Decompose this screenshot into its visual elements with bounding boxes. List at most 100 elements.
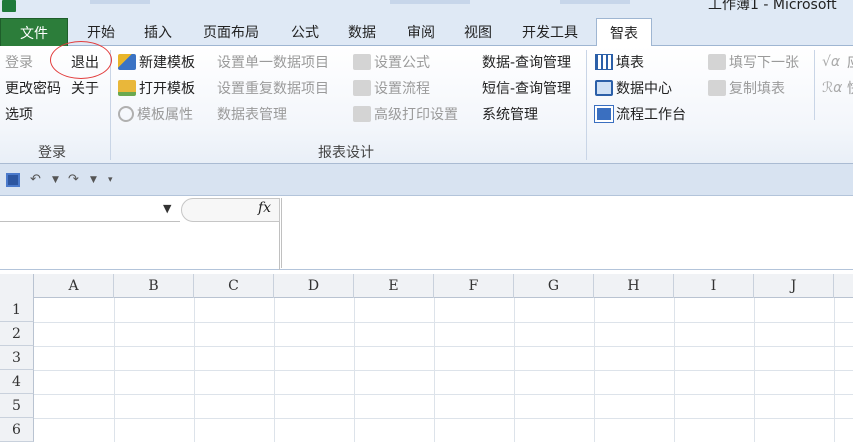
data-table-mgmt-button[interactable]: 数据表管理: [217, 104, 287, 124]
row-header[interactable]: 5: [0, 394, 34, 418]
ribbon-tab-bar: 文件 开始 插入 页面布局 公式 数据 审阅 视图 开发工具 智表: [0, 14, 853, 47]
save-icon[interactable]: [6, 173, 20, 187]
flow-set-icon: [353, 80, 371, 96]
formula-cut-label-2: 快: [847, 78, 853, 98]
formula-cut-button[interactable]: √α 应: [822, 52, 853, 72]
red-annotation-circle: [50, 41, 112, 79]
copy-fill-button[interactable]: 复制填表: [708, 78, 785, 98]
ribbon-panel: 登录 退出 更改密码 关于 选项 登录 新建模板 打开模板 模板属性 设置单一数…: [0, 46, 853, 164]
set-single-item-button[interactable]: 设置单一数据项目: [217, 52, 329, 72]
new-template-button[interactable]: 新建模板: [118, 52, 195, 72]
formula-cut-label: 应: [847, 52, 853, 72]
formula-bar: ▼ fx: [0, 196, 853, 270]
formula-input[interactable]: [281, 198, 853, 268]
row-header[interactable]: 1: [0, 298, 34, 322]
change-password-button[interactable]: 更改密码: [5, 78, 61, 98]
name-box-dropdown-icon[interactable]: ▼: [163, 202, 171, 215]
set-formula-button[interactable]: 设置公式: [353, 52, 430, 72]
next-sheet-button[interactable]: 填写下一张: [708, 52, 799, 72]
sqrt-formula-icon: √α: [822, 54, 841, 70]
set-flow-label: 设置流程: [374, 81, 430, 97]
system-mgmt-button[interactable]: 系统管理: [482, 104, 538, 124]
group-separator: [814, 50, 815, 120]
tab-page-layout[interactable]: 页面布局: [192, 18, 270, 46]
set-flow-button[interactable]: 设置流程: [353, 78, 430, 98]
grid-line: [34, 370, 853, 371]
data-center-icon: [595, 80, 613, 96]
title-ghost-shape: [560, 0, 630, 4]
column-header[interactable]: I: [674, 274, 754, 298]
data-center-label: 数据中心: [616, 81, 672, 97]
column-header[interactable]: G: [514, 274, 594, 298]
row-header[interactable]: 3: [0, 346, 34, 370]
row-header[interactable]: 2: [0, 322, 34, 346]
copy-fill-label: 复制填表: [729, 81, 785, 97]
insert-function-button[interactable]: fx: [258, 200, 271, 216]
advanced-print-label: 高级打印设置: [374, 107, 458, 123]
workflow-desk-button[interactable]: 流程工作台: [594, 104, 686, 124]
tab-file[interactable]: 文件: [0, 18, 68, 46]
undo-dropdown-icon[interactable]: ▼: [52, 175, 59, 185]
tab-formulas[interactable]: 公式: [280, 18, 330, 46]
tab-insert[interactable]: 插入: [132, 18, 184, 46]
grid-line: [34, 418, 853, 419]
column-header[interactable]: E: [354, 274, 434, 298]
tab-developer[interactable]: 开发工具: [510, 18, 590, 46]
column-header[interactable]: A: [34, 274, 114, 298]
row-header[interactable]: 6: [0, 418, 34, 442]
template-props-button[interactable]: 模板属性: [118, 104, 193, 124]
fill-form-button[interactable]: 填表: [595, 52, 644, 72]
sms-query-mgmt-button[interactable]: 短信-查询管理: [482, 78, 571, 98]
login-button[interactable]: 登录: [5, 52, 33, 72]
workflow-label: 流程工作台: [616, 107, 686, 123]
fill-table-icon: [595, 54, 613, 70]
undo-icon[interactable]: ↶: [30, 172, 41, 187]
excel-logo-icon: [2, 0, 16, 12]
set-formula-label: 设置公式: [374, 55, 430, 71]
grid-line: [34, 322, 853, 323]
data-query-mgmt-button[interactable]: 数据-查询管理: [482, 52, 571, 72]
grid-line: [354, 298, 355, 442]
customize-qat-icon[interactable]: ▾: [108, 175, 113, 185]
data-center-button[interactable]: 数据中心: [595, 78, 672, 98]
formula-cut-button-2[interactable]: ℛα 快: [822, 78, 853, 98]
open-template-button[interactable]: 打开模板: [118, 78, 195, 98]
redo-icon[interactable]: ↷: [68, 172, 79, 187]
redo-dropdown-icon[interactable]: ▼: [90, 175, 97, 185]
select-all-corner[interactable]: [0, 274, 34, 298]
grid-line: [754, 298, 755, 442]
column-header[interactable]: J: [754, 274, 834, 298]
grid-line: [514, 298, 515, 442]
worksheet-grid[interactable]: A B C D E F G H I J 1 2 3 4 5 6: [0, 274, 853, 442]
grid-line: [274, 298, 275, 442]
grid-line: [34, 346, 853, 347]
column-header-row: A B C D E F G H I J: [0, 274, 853, 298]
set-repeat-item-button[interactable]: 设置重复数据项目: [217, 78, 329, 98]
column-header[interactable]: B: [114, 274, 194, 298]
open-template-label: 打开模板: [139, 81, 195, 97]
grid-line: [594, 298, 595, 442]
title-bar: 工作簿1 - Microsoft: [0, 0, 853, 14]
tab-view[interactable]: 视图: [452, 18, 504, 46]
tab-zhibiao[interactable]: 智表: [596, 18, 652, 47]
options-button[interactable]: 选项: [5, 104, 33, 124]
login-group-label: 登录: [38, 145, 66, 161]
report-group-label: 报表设计: [318, 145, 374, 161]
title-ghost-shape: [390, 0, 470, 4]
group-separator: [586, 50, 587, 160]
about-button[interactable]: 关于: [71, 78, 99, 98]
next-sheet-label: 填写下一张: [729, 55, 799, 71]
column-header[interactable]: D: [274, 274, 354, 298]
column-header[interactable]: F: [434, 274, 514, 298]
tab-review[interactable]: 审阅: [396, 18, 446, 46]
group-separator: [110, 50, 111, 160]
column-header[interactable]: C: [194, 274, 274, 298]
row-header[interactable]: 4: [0, 370, 34, 394]
template-props-label: 模板属性: [137, 107, 193, 123]
window-title: 工作簿1 - Microsoft: [708, 0, 837, 13]
tab-data[interactable]: 数据: [336, 18, 388, 46]
title-ghost-shape: [90, 0, 150, 4]
name-box[interactable]: [0, 198, 180, 222]
column-header[interactable]: H: [594, 274, 674, 298]
advanced-print-button[interactable]: 高级打印设置: [353, 104, 458, 124]
